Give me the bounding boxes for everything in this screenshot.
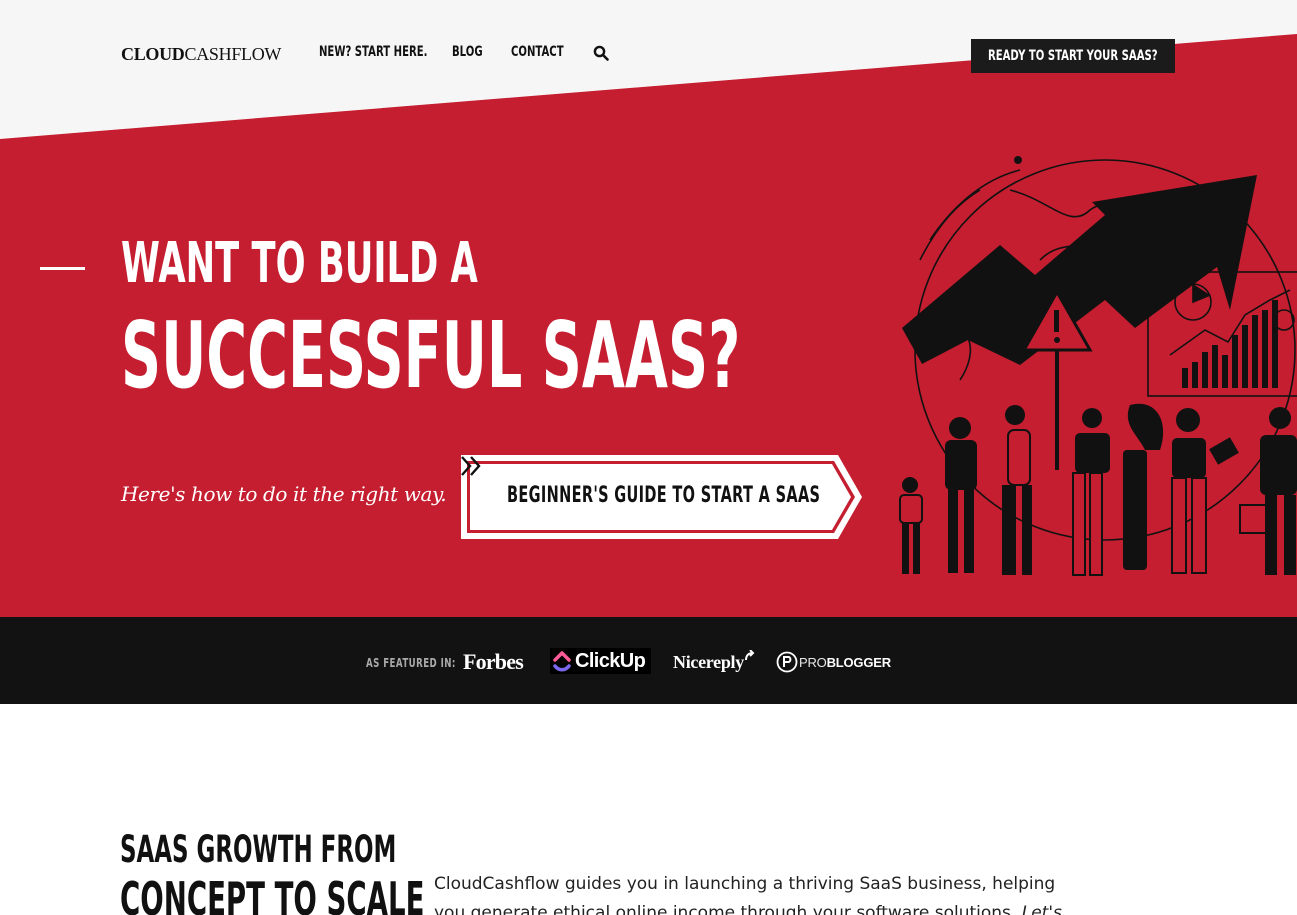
hero-section: CLOUDCASHFLOW NEW? START HERE. BLOG CONT… xyxy=(0,0,1297,617)
clickup-logo: ClickUp xyxy=(550,648,651,674)
featured-label: AS FEATURED IN: xyxy=(366,656,456,670)
double-chevron-right-icon xyxy=(461,456,481,476)
intro-heading-line1: SAAS GROWTH FROM xyxy=(120,828,397,871)
beginners-guide-button[interactable]: BEGINNER'S GUIDE TO START A SAAS xyxy=(460,454,864,540)
clickup-mark-icon xyxy=(553,651,571,672)
intro-body: CloudCashflow guides you in launching a … xyxy=(434,870,1074,915)
nicereply-logo: Nicereply xyxy=(673,652,744,672)
hero-heading-line2: SUCCESSFUL SAAS? xyxy=(121,302,741,409)
heading-dash xyxy=(40,267,85,270)
hero-tagline: Here's how to do it the right way. xyxy=(121,482,447,506)
clickup-wordmark: ClickUp xyxy=(575,649,646,672)
problogger-pro: PRO xyxy=(799,655,827,670)
site-logo[interactable]: CLOUDCASHFLOW xyxy=(121,44,281,65)
problogger-logo: PROBLOGGER xyxy=(799,655,891,670)
logo-light-part: CASHFLOW xyxy=(184,44,282,64)
guide-button-label: BEGINNER'S GUIDE TO START A SAAS xyxy=(507,483,821,508)
nav-blog[interactable]: BLOG xyxy=(452,44,483,60)
hero-heading-line1: WANT TO BUILD A xyxy=(121,231,478,296)
forbes-logo: Forbes xyxy=(463,649,524,674)
logo-bold-part: CLOUD xyxy=(121,44,185,64)
nicereply-arrow-icon xyxy=(745,650,755,661)
intro-heading-line2: CONCEPT TO SCALE xyxy=(120,872,425,915)
intro-body-text: CloudCashflow guides you in launching a … xyxy=(434,874,1056,915)
nav-start-here[interactable]: NEW? START HERE. xyxy=(319,44,427,60)
search-icon[interactable] xyxy=(593,45,609,61)
growth-team-illustration xyxy=(899,156,1297,576)
problogger-blogger: BLOGGER xyxy=(826,655,892,670)
problogger-mark-icon xyxy=(776,651,798,673)
nav-contact[interactable]: CONTACT xyxy=(511,44,564,60)
cta-label: READY TO START YOUR SAAS? xyxy=(988,48,1158,64)
start-saas-cta-button[interactable]: READY TO START YOUR SAAS? xyxy=(971,39,1175,73)
